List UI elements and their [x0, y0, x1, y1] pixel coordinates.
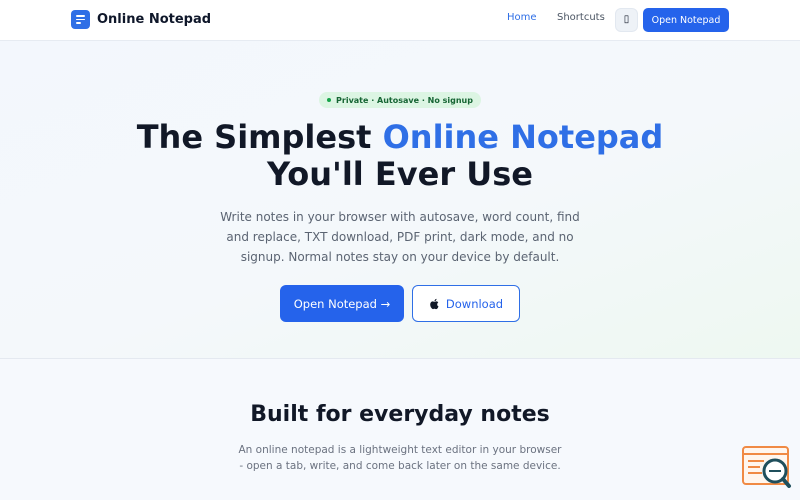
open-notepad-button-label: Open Notepad → — [293, 296, 391, 311]
hero-title-accent: Online Notepad — [382, 118, 664, 156]
download-button-label: Download — [445, 296, 504, 311]
hero-title: The Simplest Online Notepad You'll Ever … — [0, 119, 800, 193]
theme-toggle-icon: ▯ — [623, 14, 630, 25]
download-button[interactable]: Download — [412, 285, 520, 322]
open-notepad-nav-button[interactable]: Open Notepad — [643, 8, 729, 32]
hero-section: Private · Autosave · No signup The Simpl… — [0, 41, 800, 359]
site-header: Online Notepad Home Shortcuts ▯ Open Not… — [0, 0, 800, 41]
section-description: An online notepad is a lightweight text … — [238, 444, 562, 472]
hero-title-part2: You'll Ever Use — [267, 155, 533, 193]
badge-dot-icon — [327, 98, 332, 102]
main-nav: Home Shortcuts ▯ Open Notepad — [0, 8, 800, 32]
feature-badge: Private · Autosave · No signup — [319, 92, 481, 108]
badge-text: Private · Autosave · No signup — [336, 95, 473, 105]
search-chat-widget-icon[interactable] — [742, 446, 792, 488]
nav-link-shortcuts[interactable]: Shortcuts — [557, 12, 605, 23]
hero-description: Write notes in your browser with autosav… — [220, 210, 580, 264]
open-notepad-button[interactable]: Open Notepad → — [280, 285, 404, 322]
apple-icon — [430, 298, 439, 309]
hero-title-part1: The Simplest — [136, 118, 383, 156]
section-title: Built for everyday notes — [250, 402, 550, 427]
nav-link-home[interactable]: Home — [507, 12, 537, 23]
theme-toggle-button[interactable]: ▯ — [615, 8, 638, 32]
